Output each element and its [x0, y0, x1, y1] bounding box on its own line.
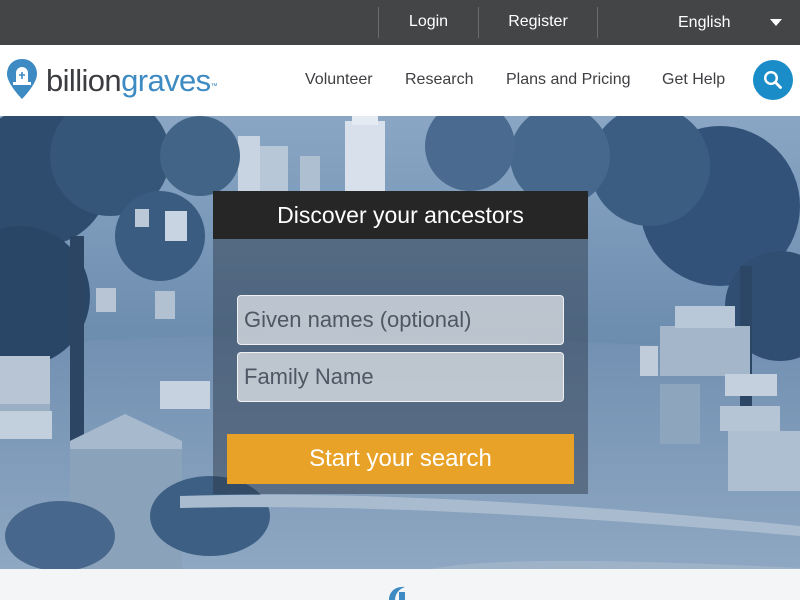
family-name-input[interactable] [237, 352, 564, 402]
billiongraves-logo[interactable]: billiongraves™ [6, 55, 236, 105]
login-link[interactable]: Login [379, 0, 478, 45]
nav-research[interactable]: Research [405, 45, 473, 116]
start-search-button[interactable]: Start your search [227, 434, 574, 484]
logo-text-graves: graves [121, 63, 211, 98]
pin-logo-icon [389, 586, 405, 600]
register-link[interactable]: Register [479, 0, 597, 45]
logo-wordmark: billiongraves™ [46, 63, 218, 98]
search-icon [763, 70, 782, 89]
grave-pin-icon [7, 59, 37, 99]
top-utility-bar: Login Register English [0, 0, 800, 45]
nav-volunteer[interactable]: Volunteer [305, 45, 373, 116]
chevron-down-icon [770, 19, 782, 26]
main-navigation: billiongraves™ Volunteer Research Plans … [0, 45, 800, 116]
nav-get-help[interactable]: Get Help [662, 45, 725, 116]
logo-text-billion: billion [46, 63, 122, 98]
below-fold-section [0, 569, 800, 600]
nav-plans-and-pricing[interactable]: Plans and Pricing [506, 45, 631, 116]
search-form-title: Discover your ancestors [213, 191, 588, 239]
search-button[interactable] [753, 60, 793, 100]
hero-section: Discover your ancestors Start your searc… [0, 116, 800, 569]
language-select[interactable]: English [598, 0, 800, 45]
ancestor-search-form: Discover your ancestors Start your searc… [213, 191, 588, 494]
language-label: English [678, 14, 731, 31]
given-names-input[interactable] [237, 295, 564, 345]
trademark-mark: ™ [210, 83, 218, 90]
